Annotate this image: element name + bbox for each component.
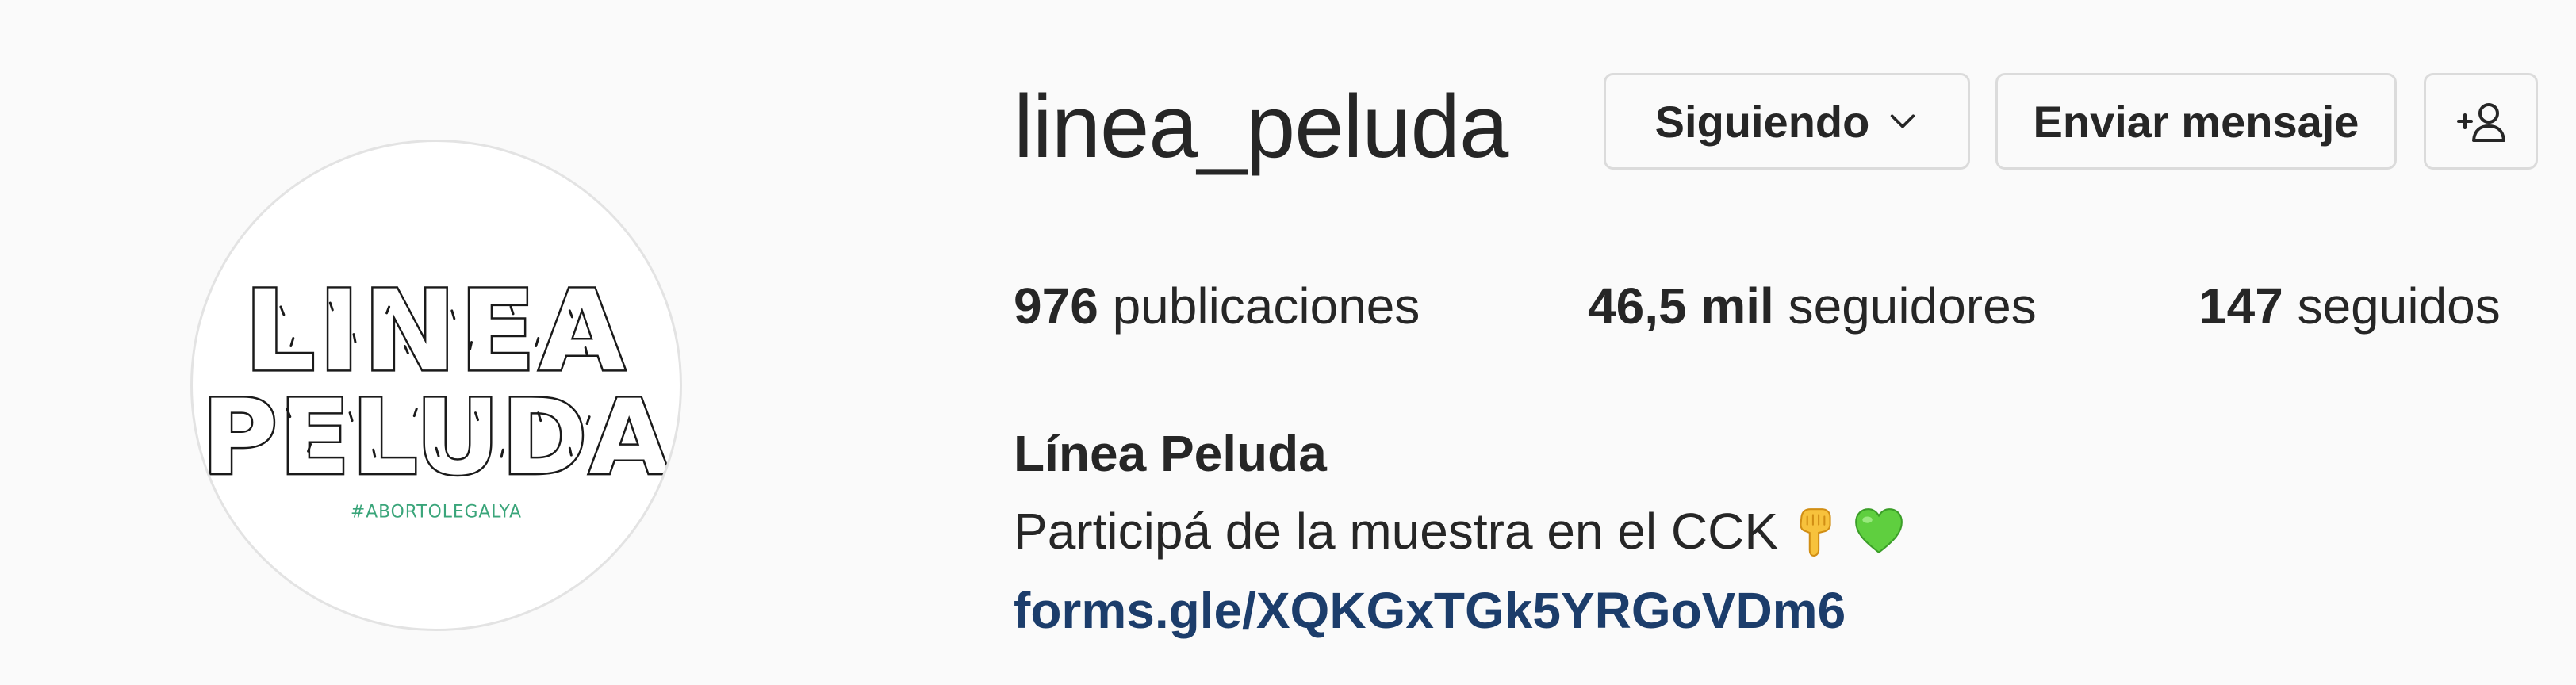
- followers-count-label: seguidores: [1773, 277, 2037, 335]
- send-message-button-label: Enviar mensaje: [2033, 96, 2359, 147]
- profile-bio: Participá de la muestra en el CCK: [1014, 499, 1905, 563]
- following-count-value: 147: [2198, 277, 2283, 335]
- green-heart-icon: [1855, 508, 1903, 554]
- posts-count-label: publicaciones: [1098, 277, 1420, 335]
- svg-text:PELUDA: PELUDA: [201, 377, 670, 498]
- add-person-icon: [2457, 103, 2505, 142]
- following-button[interactable]: Siguiendo: [1604, 73, 1970, 170]
- followers-count-value: 46,5 mil: [1588, 277, 1774, 335]
- followers-count[interactable]: 46,5 mil seguidores: [1588, 274, 2037, 338]
- linea-peluda-logo: .bub { font-family: "DejaVu Sans", sans-…: [200, 265, 671, 522]
- following-button-label: Siguiendo: [1654, 96, 1870, 147]
- bio-link[interactable]: forms.gle/XQKGxTGk5YRGoVDm6: [1014, 579, 1846, 642]
- svg-text:#ABORTOLEGALYA: #ABORTOLEGALYA: [351, 502, 522, 522]
- following-count[interactable]: 147 seguidos: [2198, 274, 2501, 338]
- suggested-users-button[interactable]: [2424, 73, 2538, 170]
- profile-full-name: Línea Peluda: [1014, 425, 1327, 482]
- profile-header: .bub { font-family: "DejaVu Sans", sans-…: [0, 0, 2576, 685]
- profile-username: linea_peluda: [1014, 77, 1508, 176]
- chevron-down-icon: [1891, 114, 1915, 128]
- posts-count-value: 976: [1014, 277, 1098, 335]
- following-count-label: seguidos: [2283, 277, 2501, 335]
- profile-avatar[interactable]: .bub { font-family: "DejaVu Sans", sans-…: [190, 140, 682, 631]
- posts-count: 976 publicaciones: [1014, 274, 1420, 338]
- send-message-button[interactable]: Enviar mensaje: [1995, 73, 2397, 170]
- pointing-down-hand-icon: [1800, 508, 1831, 557]
- bio-text: Participá de la muestra en el CCK: [1014, 503, 1778, 560]
